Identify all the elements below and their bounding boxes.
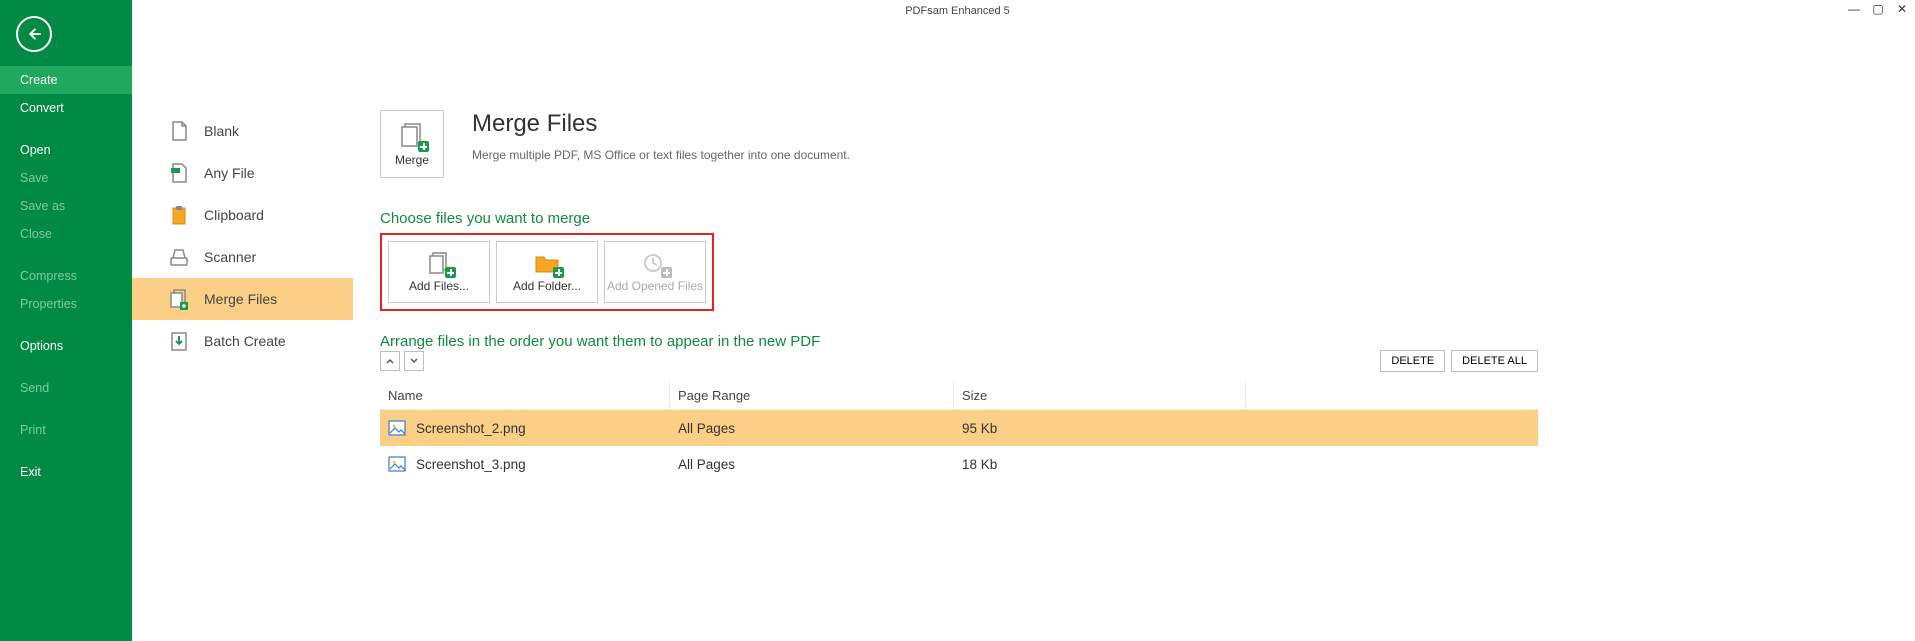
image-file-icon: [388, 419, 406, 437]
col-size[interactable]: Size: [954, 382, 1246, 409]
add-folder-button[interactable]: Add Folder...: [496, 241, 598, 303]
source-item-label: Blank: [204, 123, 239, 139]
source-item-label: Merge Files: [204, 291, 277, 307]
choose-files-label: Choose files you want to merge: [380, 210, 1915, 227]
add-files-icon: [425, 251, 453, 275]
back-button[interactable]: [16, 16, 52, 52]
batch-icon: [168, 330, 190, 352]
merge-icon: [168, 288, 190, 310]
file-name: Screenshot_2.png: [416, 421, 526, 436]
clipboard-icon: [168, 204, 190, 226]
chevron-down-icon: [410, 357, 418, 365]
sidebar: CreateConvert OpenSaveSave asClose Compres…: [0, 0, 132, 641]
sidebar-item-properties: Properties: [0, 290, 132, 318]
table-row[interactable]: Screenshot_3.png All Pages18 Kb: [380, 446, 1538, 482]
file-page-range: All Pages: [670, 421, 954, 436]
merge-subtitle: Merge multiple PDF, MS Office or text fi…: [472, 148, 850, 162]
merge-title: Merge Files: [472, 110, 850, 138]
move-down-button[interactable]: [404, 351, 424, 371]
merge-tile-caption: Merge: [395, 153, 429, 167]
add-opened-files-icon: [641, 251, 669, 275]
add-files-label: Add Files...: [409, 279, 469, 293]
source-item-label: Scanner: [204, 249, 256, 265]
add-folder-icon: [533, 251, 561, 275]
file-size: 95 Kb: [954, 421, 1246, 436]
main-pane: Merge Merge Files Merge multiple PDF, MS…: [354, 0, 1915, 641]
merge-tile[interactable]: Merge: [380, 110, 444, 178]
add-opened-files-button: Add Opened Files: [604, 241, 706, 303]
sidebar-item-save: Save: [0, 164, 132, 192]
delete-button[interactable]: DELETE: [1380, 350, 1445, 372]
arrow-left-icon: [25, 25, 43, 43]
file-table: Name Page Range Size Screenshot_2.png All…: [380, 382, 1538, 482]
move-up-button[interactable]: [380, 351, 400, 371]
source-item-blank[interactable]: Blank: [132, 110, 353, 152]
arrange-label: Arrange files in the order you want them…: [380, 333, 1915, 350]
table-row[interactable]: Screenshot_2.png All Pages95 Kb: [380, 410, 1538, 446]
file-name: Screenshot_3.png: [416, 457, 526, 472]
source-item-any-file[interactable]: Any File: [132, 152, 353, 194]
file-size: 18 Kb: [954, 457, 1246, 472]
scanner-icon: [168, 246, 190, 268]
sidebar-item-save-as: Save as: [0, 192, 132, 220]
sidebar-item-send: Send: [0, 374, 132, 402]
delete-all-button[interactable]: DELETE ALL: [1451, 350, 1538, 372]
col-name[interactable]: Name: [380, 382, 670, 409]
app-root: PDFsam Enhanced 5 — ▢ ✕ CreateConvertOpe…: [0, 0, 1915, 641]
source-item-batch-create[interactable]: Batch Create: [132, 320, 353, 362]
add-opened-files-label: Add Opened Files: [607, 279, 703, 293]
any-file-icon: [168, 162, 190, 184]
sidebar-item-create[interactable]: Create: [0, 66, 132, 94]
sidebar-item-exit[interactable]: Exit: [0, 458, 132, 486]
col-page-range[interactable]: Page Range: [670, 382, 954, 409]
chevron-up-icon: [386, 357, 394, 365]
source-list-column: Blank Any File Clipboard Scanner Merge Files…: [132, 0, 354, 641]
col-spacer: [1246, 382, 1538, 409]
source-item-label: Batch Create: [204, 333, 286, 349]
source-item-label: Clipboard: [204, 207, 264, 223]
add-folder-label: Add Folder...: [513, 279, 581, 293]
choose-files-highlight-box: Add Files... Add Folder... Add Opened Fi…: [380, 233, 714, 311]
sidebar-item-print: Print: [0, 416, 132, 444]
sidebar-item-options[interactable]: Options: [0, 332, 132, 360]
blank-page-icon: [168, 120, 190, 142]
source-item-clipboard[interactable]: Clipboard: [132, 194, 353, 236]
source-item-scanner[interactable]: Scanner: [132, 236, 353, 278]
sidebar-item-close: Close: [0, 220, 132, 248]
file-page-range: All Pages: [670, 457, 954, 472]
sidebar-item-compress: Compress: [0, 262, 132, 290]
sidebar-item-convert[interactable]: Convert: [0, 94, 132, 122]
source-item-label: Any File: [204, 165, 255, 181]
image-file-icon: [388, 455, 406, 473]
sidebar-item-open[interactable]: Open: [0, 136, 132, 164]
merge-icon: [398, 121, 426, 149]
add-files-button[interactable]: Add Files...: [388, 241, 490, 303]
table-header: Name Page Range Size: [380, 382, 1538, 410]
source-item-merge-files[interactable]: Merge Files: [132, 278, 353, 320]
